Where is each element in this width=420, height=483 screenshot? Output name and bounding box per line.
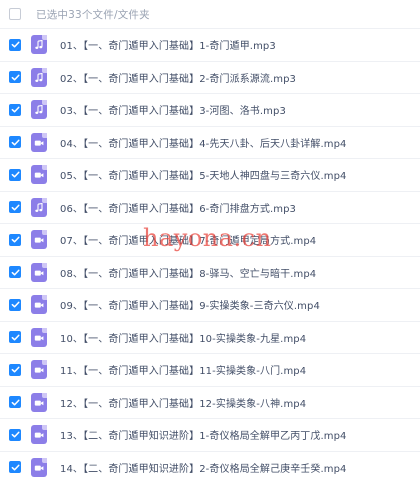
audio-file-icon (31, 197, 47, 217)
file-checkbox[interactable] (9, 103, 21, 116)
file-checkbox[interactable] (9, 38, 21, 51)
select-all-checkbox[interactable] (9, 8, 21, 20)
file-name[interactable]: 06、【一、奇门遁甲入门基础】6-奇门排盘方式.mp3 (60, 200, 296, 215)
file-list-panel: 已选中33个文件/文件夹 01、【一、奇门遁甲入门基础】1-奇门遁甲.mp3 02… (0, 0, 420, 483)
file-row[interactable]: 02、【一、奇门遁甲入门基础】2-奇门派系源流.mp3 (0, 62, 420, 94)
file-checkbox[interactable] (9, 298, 21, 311)
file-name[interactable]: 14、【二、奇门遁甲知识进阶】2-奇仪格局全解己庚辛壬癸.mp4 (60, 460, 347, 475)
file-row[interactable]: 11、【一、奇门遁甲入门基础】11-实操类象-八门.mp4 (0, 354, 420, 387)
video-file-icon (31, 132, 47, 152)
file-checkbox[interactable] (9, 136, 21, 149)
audio-file-icon (31, 67, 47, 87)
video-file-icon (31, 425, 47, 445)
file-checkbox[interactable] (9, 233, 21, 246)
selection-header: 已选中33个文件/文件夹 (0, 0, 420, 29)
file-checkbox[interactable] (9, 266, 21, 279)
file-checkbox[interactable] (9, 331, 21, 344)
video-file-icon (31, 392, 47, 412)
file-row[interactable]: 04、【一、奇门遁甲入门基础】4-先天八卦、后天八卦详解.mp4 (0, 127, 420, 159)
file-name[interactable]: 12、【一、奇门遁甲入门基础】12-实操类象-八神.mp4 (60, 395, 306, 410)
file-checkbox[interactable] (9, 396, 21, 409)
file-name[interactable]: 07、【一、奇门遁甲入门基础】7-奇门遁甲定局方式.mp4 (60, 232, 316, 247)
file-checkbox[interactable] (9, 201, 21, 214)
file-row[interactable]: 07、【一、奇门遁甲入门基础】7-奇门遁甲定局方式.mp4 (0, 224, 420, 257)
file-row[interactable]: 06、【一、奇门遁甲入门基础】6-奇门排盘方式.mp3 (0, 192, 420, 224)
video-file-icon (31, 262, 47, 282)
audio-file-icon (31, 100, 47, 120)
file-list: 01、【一、奇门遁甲入门基础】1-奇门遁甲.mp3 02、【一、奇门遁甲入门基础】… (0, 29, 420, 483)
file-checkbox[interactable] (9, 168, 21, 181)
video-file-icon (31, 230, 47, 250)
file-checkbox[interactable] (9, 461, 21, 474)
selection-count-text: 已选中33个文件/文件夹 (36, 8, 150, 21)
video-file-icon (31, 457, 47, 477)
file-row[interactable]: 10、【一、奇门遁甲入门基础】10-实操类象-九星.mp4 (0, 322, 420, 354)
file-name[interactable]: 08、【一、奇门遁甲入门基础】8-驿马、空亡与暗干.mp4 (60, 265, 316, 280)
file-row[interactable]: 09、【一、奇门遁甲入门基础】9-实操类象-三奇六仪.mp4 (0, 289, 420, 322)
file-name[interactable]: 04、【一、奇门遁甲入门基础】4-先天八卦、后天八卦详解.mp4 (60, 135, 347, 150)
file-checkbox[interactable] (9, 363, 21, 376)
file-row[interactable]: 14、【二、奇门遁甲知识进阶】2-奇仪格局全解己庚辛壬癸.mp4 (0, 452, 420, 483)
video-file-icon (31, 165, 47, 185)
file-row[interactable]: 01、【一、奇门遁甲入门基础】1-奇门遁甲.mp3 (0, 29, 420, 62)
file-name[interactable]: 09、【一、奇门遁甲入门基础】9-实操类象-三奇六仪.mp4 (60, 297, 320, 312)
file-name[interactable]: 05、【一、奇门遁甲入门基础】5-天地人神四盘与三奇六仪.mp4 (60, 167, 347, 182)
file-name[interactable]: 11、【一、奇门遁甲入门基础】11-实操类象-八门.mp4 (60, 362, 306, 377)
video-file-icon (31, 360, 47, 380)
file-name[interactable]: 10、【一、奇门遁甲入门基础】10-实操类象-九星.mp4 (60, 330, 306, 345)
audio-file-icon (31, 35, 47, 55)
file-name[interactable]: 02、【一、奇门遁甲入门基础】2-奇门派系源流.mp3 (60, 70, 296, 85)
file-row[interactable]: 08、【一、奇门遁甲入门基础】8-驿马、空亡与暗干.mp4 (0, 257, 420, 289)
file-row[interactable]: 13、【二、奇门遁甲知识进阶】1-奇仪格局全解甲乙丙丁戊.mp4 (0, 419, 420, 452)
file-name[interactable]: 01、【一、奇门遁甲入门基础】1-奇门遁甲.mp3 (60, 37, 276, 52)
file-row[interactable]: 12、【一、奇门遁甲入门基础】12-实操类象-八神.mp4 (0, 387, 420, 419)
file-checkbox[interactable] (9, 71, 21, 84)
file-row[interactable]: 03、【一、奇门遁甲入门基础】3-河图、洛书.mp3 (0, 94, 420, 127)
video-file-icon (31, 295, 47, 315)
file-name[interactable]: 13、【二、奇门遁甲知识进阶】1-奇仪格局全解甲乙丙丁戊.mp4 (60, 427, 347, 442)
file-name[interactable]: 03、【一、奇门遁甲入门基础】3-河图、洛书.mp3 (60, 102, 286, 117)
video-file-icon (31, 327, 47, 347)
file-row[interactable]: 05、【一、奇门遁甲入门基础】5-天地人神四盘与三奇六仪.mp4 (0, 159, 420, 192)
file-checkbox[interactable] (9, 428, 21, 441)
